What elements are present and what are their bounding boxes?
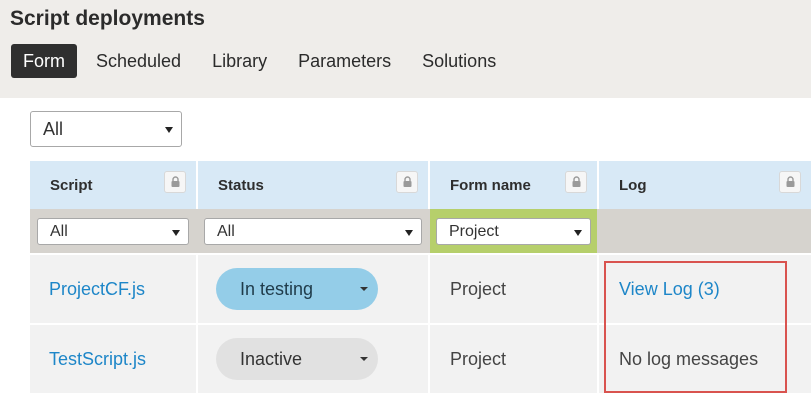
form-name-filter-value: Project: [449, 223, 499, 240]
status-filter-select[interactable]: All: [204, 218, 422, 245]
column-header-label: Form name: [450, 177, 531, 194]
log-column-highlight: [604, 261, 787, 393]
chevron-down-icon: [172, 229, 180, 236]
form-name-value: Project: [450, 348, 507, 369]
chevron-down-icon: [574, 229, 582, 236]
tab-solutions[interactable]: Solutions: [410, 44, 508, 78]
tab-scheduled[interactable]: Scheduled: [84, 44, 193, 78]
status-label: Inactive: [240, 349, 303, 369]
column-header-script[interactable]: Script: [30, 161, 196, 209]
filter-cell-script: All: [30, 209, 196, 253]
page-header: Script deployments Form Scheduled Librar…: [0, 0, 811, 98]
filter-row: All All Project: [30, 209, 811, 253]
deployment-filter-select[interactable]: All: [30, 111, 182, 147]
column-divider: [196, 255, 198, 395]
filter-cell-status: All: [198, 209, 428, 253]
status-dropdown[interactable]: Inactive: [216, 338, 378, 380]
script-filter-value: All: [50, 223, 68, 240]
tab-parameters[interactable]: Parameters: [286, 44, 403, 78]
column-header-log[interactable]: Log: [599, 161, 811, 209]
script-link[interactable]: ProjectCF.js: [49, 279, 145, 300]
page-title: Script deployments: [10, 7, 205, 30]
filter-cell-form-name: Project: [430, 209, 597, 253]
chevron-down-icon: [165, 127, 173, 133]
script-filter-select[interactable]: All: [37, 218, 189, 245]
form-name-value: Project: [450, 278, 507, 299]
tab-bar: Form Scheduled Library Parameters Soluti…: [11, 44, 515, 78]
lock-icon[interactable]: [565, 171, 587, 193]
tab-form[interactable]: Form: [11, 44, 77, 78]
script-link[interactable]: TestScript.js: [49, 349, 146, 370]
column-header-status[interactable]: Status: [198, 161, 428, 209]
chevron-down-icon: [405, 229, 413, 236]
column-divider: [597, 255, 599, 395]
status-label: In testing: [240, 279, 314, 299]
column-header-label: Log: [619, 177, 647, 194]
form-name-filter-select[interactable]: Project: [436, 218, 591, 245]
status-dropdown[interactable]: In testing: [216, 268, 378, 310]
column-header-form-name[interactable]: Form name: [430, 161, 597, 209]
tab-library[interactable]: Library: [200, 44, 279, 78]
deployment-filter-value: All: [43, 119, 64, 139]
status-filter-value: All: [217, 223, 235, 240]
column-header-label: Status: [218, 177, 264, 194]
chevron-down-icon: [360, 287, 368, 291]
chevron-down-icon: [360, 357, 368, 361]
lock-icon[interactable]: [396, 171, 418, 193]
lock-icon[interactable]: [779, 171, 801, 193]
lock-icon[interactable]: [164, 171, 186, 193]
column-divider: [428, 255, 430, 395]
column-header-label: Script: [50, 177, 93, 194]
